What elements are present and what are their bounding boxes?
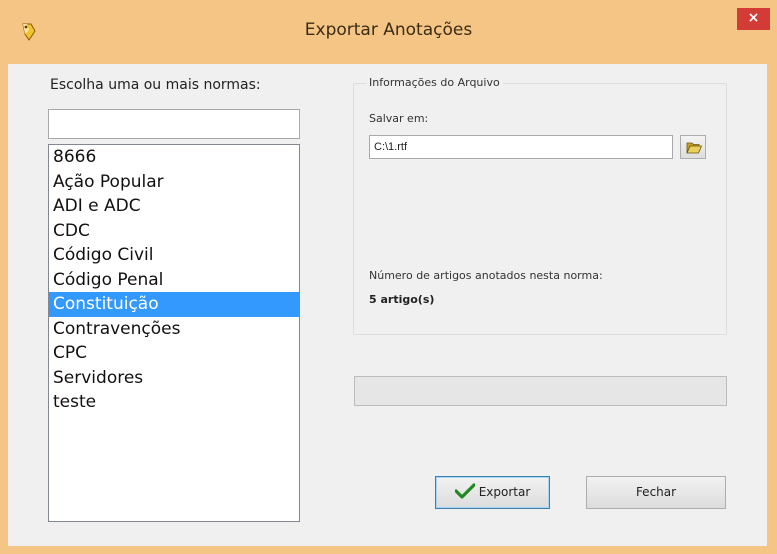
- norms-listbox[interactable]: 8666 Ação Popular ADI e ADC CDC Código Civil…: [48, 144, 300, 522]
- save-path-input[interactable]: [369, 135, 673, 159]
- norm-filter-input[interactable]: [48, 109, 300, 139]
- close-button[interactable]: Fechar: [586, 476, 726, 509]
- checkmark-icon: [454, 483, 475, 499]
- norm-list-item[interactable]: Contravenções: [49, 317, 299, 342]
- export-annotations-window: Exportar Anotações × Escolha uma ou mais…: [0, 0, 777, 554]
- norm-list-item[interactable]: Constituição: [49, 292, 299, 317]
- norm-list-item[interactable]: Servidores: [49, 366, 299, 391]
- dialog-body: Escolha uma ou mais normas: 8666 Ação Pop…: [8, 64, 767, 546]
- export-button-label: Exportar: [478, 485, 531, 499]
- browse-folder-button[interactable]: [680, 135, 706, 159]
- window-title: Exportar Anotações: [304, 20, 473, 40]
- norm-list-item[interactable]: Código Civil: [49, 243, 299, 268]
- norm-list-item[interactable]: teste: [49, 390, 299, 415]
- norm-list-item[interactable]: ADI e ADC: [49, 194, 299, 219]
- norm-list-item[interactable]: CDC: [49, 219, 299, 244]
- folder-open-icon: [686, 142, 702, 154]
- norm-list-item[interactable]: CPC: [49, 341, 299, 366]
- export-button[interactable]: Exportar: [435, 476, 550, 509]
- file-info-group: Informações do Arquivo Salvar em: Número…: [353, 76, 727, 335]
- close-window-button[interactable]: ×: [737, 8, 770, 30]
- export-progress-bar: [354, 376, 727, 406]
- norm-list-item[interactable]: 8666: [49, 145, 299, 170]
- choose-norms-label: Escolha uma ou mais normas:: [50, 77, 261, 93]
- save-in-label: Salvar em:: [369, 112, 429, 125]
- annotated-count-value: 5 artigo(s): [369, 293, 435, 306]
- title-bar[interactable]: Exportar Anotações ×: [0, 0, 777, 64]
- norm-list-item[interactable]: Código Penal: [49, 268, 299, 293]
- annotated-count-label: Número de artigos anotados nesta norma:: [369, 269, 603, 282]
- file-info-group-title: Informações do Arquivo: [366, 76, 503, 89]
- norm-list-item[interactable]: Ação Popular: [49, 170, 299, 195]
